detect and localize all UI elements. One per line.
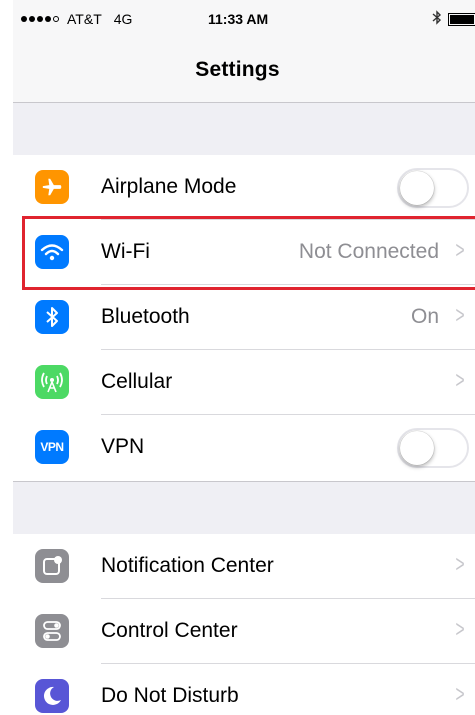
- section-spacer: [0, 481, 475, 535]
- settings-screen: AT&T 4G 11:33 AM Settings Airplane Mode: [0, 0, 475, 715]
- settings-row-do-not-disturb[interactable]: Do Not Disturb >: [13, 664, 475, 715]
- status-bar: AT&T 4G 11:33 AM: [0, 0, 475, 40]
- wifi-icon: [35, 235, 69, 269]
- settings-row-notification-center[interactable]: Notification Center >: [13, 534, 475, 599]
- row-label: VPN: [101, 435, 145, 458]
- bluetooth-status-icon: [432, 10, 442, 28]
- row-label: Control Center: [101, 619, 238, 642]
- carrier-label: AT&T: [67, 11, 102, 27]
- airplane-icon: [35, 170, 69, 204]
- screenshot-left-margin: [0, 0, 13, 715]
- vpn-icon-text: VPN: [40, 440, 64, 454]
- navigation-bar: Settings: [0, 40, 475, 103]
- row-label: Airplane Mode: [101, 175, 237, 198]
- settings-row-cellular[interactable]: Cellular >: [13, 350, 475, 415]
- chevron-right-icon: >: [455, 681, 465, 708]
- row-label: Cellular: [101, 370, 173, 393]
- status-right: [432, 10, 475, 28]
- row-label: Wi-Fi: [101, 240, 150, 263]
- settings-row-control-center[interactable]: Control Center >: [13, 599, 475, 664]
- settings-row-vpn[interactable]: VPN VPN: [13, 415, 475, 480]
- status-time: 11:33 AM: [208, 11, 269, 27]
- status-left: AT&T 4G: [21, 11, 132, 27]
- toggle-knob: [400, 171, 434, 205]
- chevron-right-icon: >: [455, 302, 465, 329]
- signal-strength-icon: [21, 16, 59, 22]
- airplane-mode-toggle[interactable]: [397, 168, 469, 208]
- control-center-icon: [35, 614, 69, 648]
- wifi-status-value: Not Connected: [298, 240, 439, 263]
- row-label: Notification Center: [101, 554, 274, 577]
- settings-row-bluetooth[interactable]: Bluetooth On >: [13, 285, 475, 350]
- chevron-right-icon: >: [455, 616, 465, 643]
- chevron-right-icon: >: [455, 551, 465, 578]
- chevron-right-icon: >: [455, 367, 465, 394]
- vpn-icon: VPN: [35, 430, 69, 464]
- section-spacer: [0, 103, 475, 157]
- settings-row-wifi[interactable]: Wi-Fi Not Connected >: [13, 220, 475, 285]
- row-label: Bluetooth: [101, 305, 190, 328]
- bluetooth-status-value: On: [410, 305, 439, 328]
- chevron-right-icon: >: [455, 237, 465, 264]
- page-title: Settings: [195, 58, 280, 81]
- cellular-icon: [35, 365, 69, 399]
- bluetooth-icon: [35, 300, 69, 334]
- notification-center-icon: [35, 549, 69, 583]
- network-type-label: 4G: [113, 11, 133, 27]
- toggle-knob: [400, 431, 434, 465]
- moon-icon: [35, 679, 69, 713]
- settings-row-airplane-mode[interactable]: Airplane Mode: [13, 155, 475, 220]
- battery-icon: [448, 12, 475, 26]
- row-label: Do Not Disturb: [101, 684, 239, 707]
- vpn-toggle[interactable]: [397, 428, 469, 468]
